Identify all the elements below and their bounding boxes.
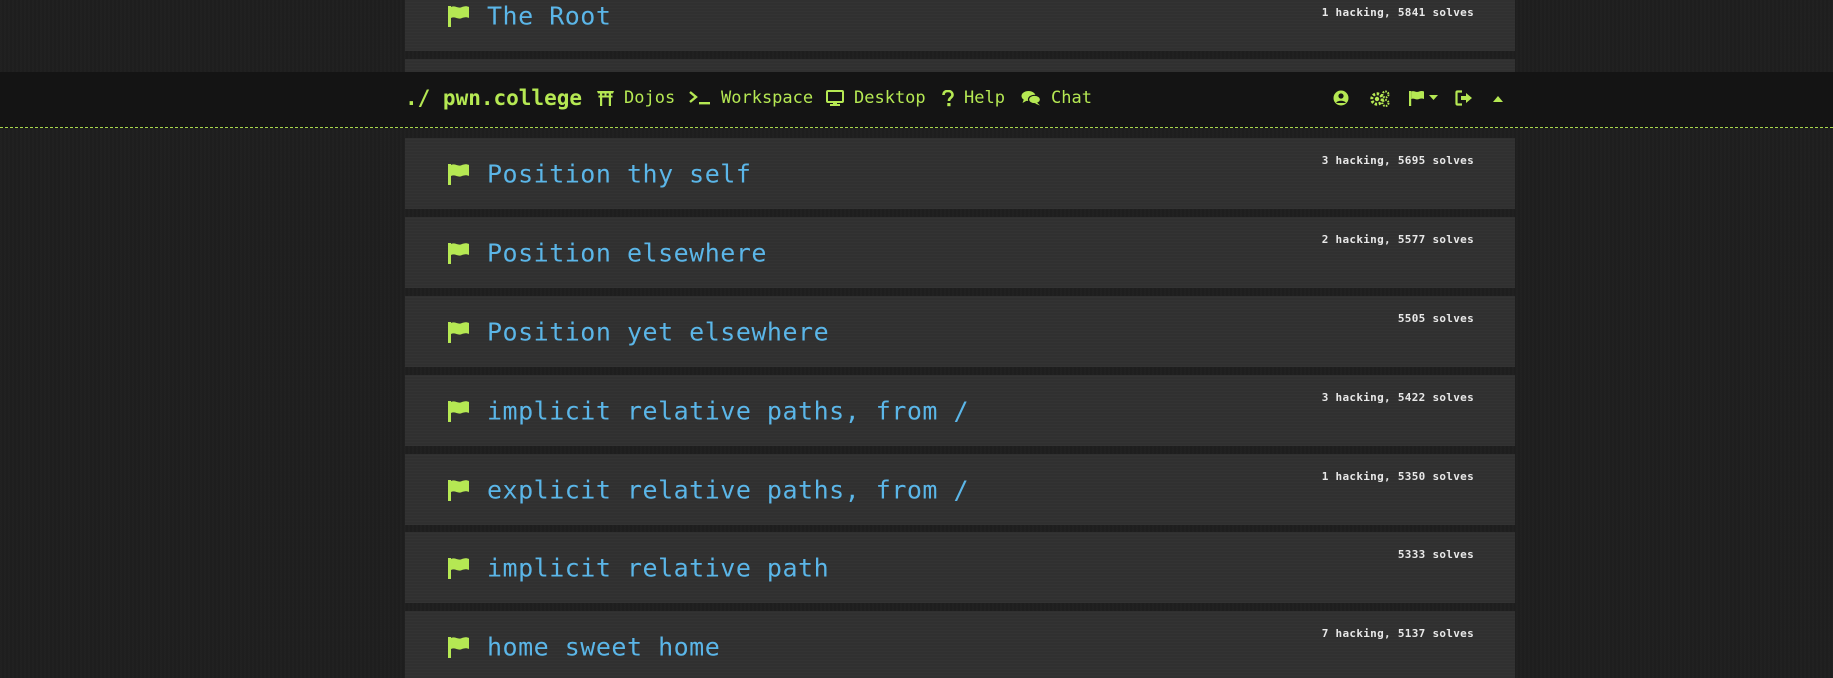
nav-workspace[interactable]: Workspace — [689, 88, 813, 108]
challenge-title[interactable]: implicit relative paths, from / — [487, 396, 969, 425]
nav-chat-label: Chat — [1051, 88, 1092, 108]
flag-icon — [448, 242, 469, 264]
challenge-stats: 7 hacking, 5137 solves — [1321, 627, 1474, 640]
challenge-row[interactable]: Position yet elsewhere 5505 solves — [405, 296, 1515, 367]
flag-icon — [448, 636, 469, 658]
challenge-title[interactable]: Position yet elsewhere — [487, 317, 829, 346]
challenge-stats: 1 hacking, 5841 solves — [1321, 6, 1474, 19]
caret-up-icon — [1493, 96, 1503, 102]
challenge-title[interactable]: The Root — [487, 1, 611, 30]
challenge-row[interactable]: explicit relative paths, from / 1 hackin… — [405, 454, 1515, 525]
challenge-row[interactable]: implicit relative paths, from / 3 hackin… — [405, 375, 1515, 446]
challenge-stats: 5505 solves — [1397, 312, 1474, 325]
desktop-icon — [826, 90, 844, 106]
question-icon — [942, 89, 954, 106]
flag-dropdown-button[interactable] — [1408, 90, 1438, 106]
challenge-row[interactable]: implicit relative path 5333 solves — [405, 532, 1515, 603]
challenge-stats: 3 hacking, 5422 solves — [1321, 391, 1474, 404]
brand-logo[interactable]: ./ pwn.college — [405, 86, 582, 110]
flag-icon — [1409, 90, 1424, 106]
challenge-title[interactable]: Position thy self — [487, 159, 751, 188]
challenge-title[interactable]: Position elsewhere — [487, 238, 767, 267]
nav-help-label: Help — [964, 88, 1005, 108]
challenge-row[interactable]: The Root 1 hacking, 5841 solves — [405, 0, 1515, 51]
challenge-row[interactable]: home sweet home 7 hacking, 5137 solves — [405, 611, 1515, 678]
torii-gate-icon — [597, 91, 614, 106]
flag-icon — [448, 557, 469, 579]
flag-icon — [448, 479, 469, 501]
flag-icon — [448, 5, 469, 27]
challenge-stats: 3 hacking, 5695 solves — [1321, 154, 1474, 167]
profile-button[interactable] — [1333, 90, 1349, 106]
challenge-row[interactable]: Position thy self 3 hacking, 5695 solves — [405, 138, 1515, 209]
flag-icon — [448, 163, 469, 185]
cogs-icon — [1370, 90, 1390, 107]
terminal-icon — [689, 91, 710, 105]
user-circle-icon — [1333, 90, 1349, 106]
top-navbar: ./ pwn.college Dojos Workspace Desktop H… — [0, 72, 1833, 128]
settings-button[interactable] — [1369, 90, 1390, 107]
challenge-title[interactable]: home sweet home — [487, 632, 720, 661]
logout-button[interactable] — [1455, 90, 1473, 106]
flag-icon — [448, 400, 469, 422]
challenge-title[interactable]: explicit relative paths, from / — [487, 475, 969, 504]
nav-chat[interactable]: Chat — [1021, 88, 1092, 108]
caret-down-icon — [1429, 95, 1438, 100]
nav-desktop-label: Desktop — [854, 88, 926, 108]
challenge-title[interactable]: implicit relative path — [487, 553, 829, 582]
nav-workspace-label: Workspace — [721, 88, 814, 108]
nav-help[interactable]: Help — [942, 88, 1005, 108]
challenge-stats: 5333 solves — [1397, 548, 1474, 561]
challenge-stats: 1 hacking, 5350 solves — [1321, 470, 1474, 483]
comments-icon — [1021, 91, 1041, 106]
collapse-navbar-button[interactable] — [1493, 96, 1503, 102]
nav-dojos[interactable]: Dojos — [597, 88, 675, 108]
sign-out-icon — [1455, 90, 1472, 106]
challenge-row[interactable]: Position elsewhere 2 hacking, 5577 solve… — [405, 217, 1515, 288]
flag-icon — [448, 321, 469, 343]
challenge-stats: 2 hacking, 5577 solves — [1321, 233, 1474, 246]
nav-dojos-label: Dojos — [624, 88, 676, 108]
nav-desktop[interactable]: Desktop — [826, 88, 926, 108]
